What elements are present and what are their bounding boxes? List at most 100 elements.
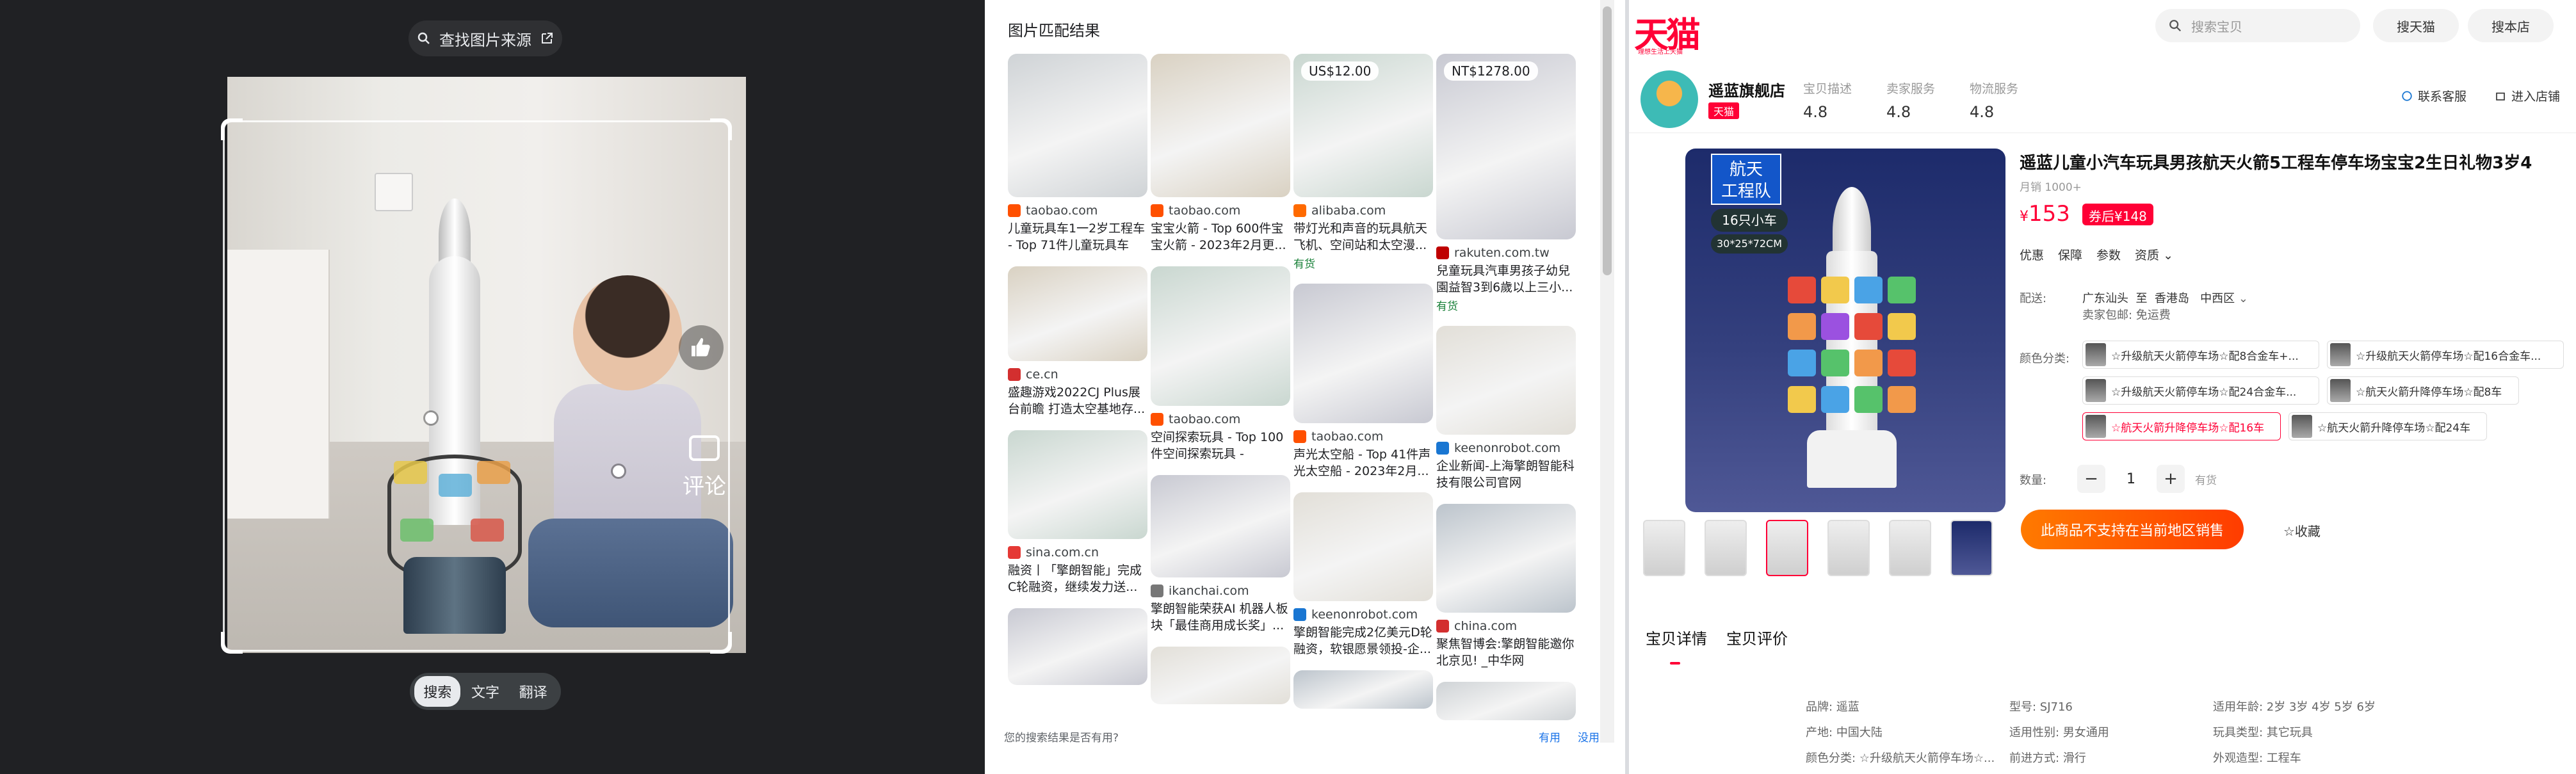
quantity-value[interactable]: 1 [2112, 471, 2150, 487]
result-thumbnail[interactable] [1436, 504, 1576, 613]
result-thumbnail[interactable]: US$12.00 [1293, 54, 1433, 197]
result-thumbnail[interactable] [1436, 682, 1576, 720]
result-thumbnail[interactable] [1151, 647, 1290, 704]
crop-handle-top-left[interactable] [221, 118, 243, 140]
tab-reviews[interactable]: 宝贝评价 [1726, 626, 1788, 649]
result-source: taobao.com [1151, 412, 1290, 426]
badge-params[interactable]: 参数 [2096, 246, 2121, 263]
result-card[interactable]: NT$1278.00 rakuten.com.tw 兒童玩具汽車男孩子幼兒園益智3到… [1436, 54, 1576, 313]
shipping-route[interactable]: 广东汕头 至 香港岛 中西区 ⌄ [2082, 289, 2248, 306]
result-card[interactable]: ikanchai.com 擎朗智能荣获AI 机器人板块「最佳商用成长奖」... [1151, 475, 1290, 634]
find-image-source-button[interactable]: 查找图片来源 [409, 20, 562, 56]
enter-shop-button[interactable]: 进入店铺 [2495, 87, 2560, 104]
quantity-plus-button[interactable]: + [2157, 465, 2185, 493]
thumbs-up-icon[interactable] [679, 325, 724, 370]
crop-selection-box[interactable] [221, 118, 732, 654]
result-thumbnail[interactable] [1293, 284, 1433, 423]
result-thumbnail[interactable] [1008, 266, 1147, 361]
results-scrollbar[interactable] [1600, 0, 1614, 743]
comment-overlay[interactable]: 评论 [679, 435, 730, 519]
shop-name[interactable]: 遥蓝旗舰店 [1708, 78, 1785, 101]
result-caption[interactable]: 融资丨「擎朗智能」完成C轮融资，继续发力送... [1008, 562, 1147, 595]
result-source: taobao.com [1151, 204, 1290, 218]
feedback-no-link[interactable]: 没用 [1578, 732, 1600, 745]
collect-button[interactable]: ☆收藏 [2283, 521, 2321, 540]
crop-handle-bottom-left[interactable] [221, 632, 243, 654]
thumbnail[interactable] [1889, 520, 1931, 576]
search-input[interactable]: 搜索宝贝 [2155, 9, 2360, 42]
thumbnail[interactable] [1950, 520, 1993, 576]
result-caption[interactable]: 空间探索玩具 - Top 100件空间探索玩具 - 2023... [1151, 429, 1290, 462]
result-caption[interactable]: 宝宝火箭 - Top 600件宝宝火箭 - 2023年2月更... [1151, 220, 1290, 254]
crop-handle-bottom-right[interactable] [710, 632, 732, 654]
mode-search-tab[interactable]: 搜索 [414, 676, 461, 707]
sku-option[interactable]: ☆航天火箭升降停车场☆配8车 [2327, 376, 2519, 405]
result-card[interactable]: keenonrobot.com 企业新闻-上海擎朗智能科技有限公司官网 [1436, 326, 1576, 491]
unavailable-buy-button[interactable]: 此商品不支持在当前地区销售 [2021, 510, 2244, 549]
sku-option[interactable]: ☆升级航天火箭停车场☆配8合金车+... [2082, 341, 2319, 369]
result-caption[interactable]: 声光太空船 - Top 41件声光太空船 - 2023年2月... [1293, 446, 1433, 480]
result-card[interactable]: keenonrobot.com 擎朗智能完成2亿美元D轮融资，软银愿景领投-企..… [1293, 492, 1433, 657]
sku-option[interactable]: ☆升级航天火箭停车场☆配16合金车... [2327, 341, 2564, 369]
object-dot[interactable] [425, 412, 437, 424]
feedback-yes-link[interactable]: 有用 [1539, 732, 1560, 745]
result-card[interactable] [1293, 670, 1433, 709]
search-icon [2169, 20, 2182, 32]
mode-text-tab[interactable]: 文字 [462, 676, 508, 707]
result-thumbnail[interactable] [1293, 492, 1433, 601]
tmall-logo[interactable]: 天猫 理想生活上天猫 [1634, 6, 1717, 56]
result-thumbnail[interactable] [1151, 266, 1290, 406]
result-card[interactable]: ce.cn 盛趣游戏2022CJ Plus展台前瞻 打造太空基地存... [1008, 266, 1147, 417]
result-card[interactable]: taobao.com 宝宝火箭 - Top 600件宝宝火箭 - 2023年2月更… [1151, 54, 1290, 254]
tab-details[interactable]: 宝贝详情 [1646, 626, 1707, 649]
badge-guarantee[interactable]: 保障 [2058, 246, 2082, 263]
product-main-image[interactable]: 航天 工程队 16只小车 30*25*72CM [1685, 149, 2005, 512]
result-caption[interactable]: 聚焦智博会:擎朗智能邀你北京见! _中华网 [1436, 636, 1576, 669]
result-thumbnail[interactable] [1008, 430, 1147, 539]
thumbnail[interactable] [1827, 520, 1870, 576]
result-caption[interactable]: 盛趣游戏2022CJ Plus展台前瞻 打造太空基地存... [1008, 384, 1147, 417]
result-card[interactable]: taobao.com 儿童玩具车1一2岁工程车 - Top 71件儿童玩具车1..… [1008, 54, 1147, 254]
result-thumbnail[interactable]: NT$1278.00 [1436, 54, 1576, 239]
contact-service-button[interactable]: 联系客服 [2401, 87, 2467, 104]
result-thumbnail[interactable] [1436, 326, 1576, 435]
result-card[interactable] [1436, 682, 1576, 720]
result-thumbnail[interactable] [1008, 608, 1147, 685]
result-card[interactable]: taobao.com 声光太空船 - Top 41件声光太空船 - 2023年2月… [1293, 284, 1433, 480]
object-dot[interactable] [613, 465, 624, 477]
attr-item: 适用年龄: 2岁 3岁 4岁 5岁 6岁 [2213, 700, 2376, 714]
badge-qualification[interactable]: 资质 ⌄ [2135, 246, 2173, 263]
result-thumbnail[interactable] [1151, 475, 1290, 577]
mode-translate-tab[interactable]: 翻译 [510, 676, 556, 707]
result-thumbnail[interactable] [1293, 670, 1433, 709]
result-card[interactable] [1008, 608, 1147, 685]
result-caption[interactable]: 带灯光和声音的玩具航天飞机、空间站和太空漫... [1293, 220, 1433, 254]
thumbnail-selected[interactable] [1766, 520, 1808, 576]
thumbnail[interactable] [1643, 520, 1685, 576]
shop-avatar[interactable] [1640, 70, 1698, 128]
search-shop-button[interactable]: 搜本店 [2468, 9, 2554, 42]
sku-option[interactable]: ☆升级航天火箭停车场☆配24合金车... [2082, 376, 2319, 405]
result-card[interactable]: china.com 聚焦智博会:擎朗智能邀你北京见! _中华网 [1436, 504, 1576, 669]
result-thumbnail[interactable] [1151, 54, 1290, 197]
result-caption[interactable]: 儿童玩具车1一2岁工程车 - Top 71件儿童玩具车1... [1008, 220, 1147, 254]
quantity-minus-button[interactable]: − [2077, 465, 2105, 493]
badge-discount[interactable]: 优惠 [2020, 246, 2044, 263]
result-card[interactable]: US$12.00 alibaba.com 带灯光和声音的玩具航天飞机、空间站和太空漫… [1293, 54, 1433, 271]
result-caption[interactable]: 企业新闻-上海擎朗智能科技有限公司官网 [1436, 458, 1576, 491]
coupon-price[interactable]: 券后¥148 [2082, 204, 2153, 225]
result-caption[interactable]: 擎朗智能荣获AI 机器人板块「最佳商用成长奖」... [1151, 601, 1290, 634]
sku-option-selected[interactable]: ☆航天火箭升降停车场☆配16车 [2082, 412, 2281, 440]
result-card[interactable] [1151, 647, 1290, 704]
comment-icon [689, 435, 720, 461]
sku-thumb-icon [2330, 343, 2351, 366]
result-caption[interactable]: 擎朗智能完成2亿美元D轮融资，软银愿景领投-企... [1293, 624, 1433, 657]
result-caption[interactable]: 兒童玩具汽車男孩子幼兒園益智3到6歲以上三小... [1436, 262, 1576, 296]
crop-handle-top-right[interactable] [710, 118, 732, 140]
search-tmall-button[interactable]: 搜天猫 [2373, 9, 2459, 42]
sku-option[interactable]: ☆航天火箭升降停车场☆配24车 [2288, 412, 2487, 440]
result-card[interactable]: taobao.com 空间探索玩具 - Top 100件空间探索玩具 - 2023… [1151, 266, 1290, 462]
result-card[interactable]: sina.com.cn 融资丨「擎朗智能」完成C轮融资，继续发力送... [1008, 430, 1147, 595]
result-thumbnail[interactable] [1008, 54, 1147, 197]
thumbnail[interactable] [1705, 520, 1747, 576]
